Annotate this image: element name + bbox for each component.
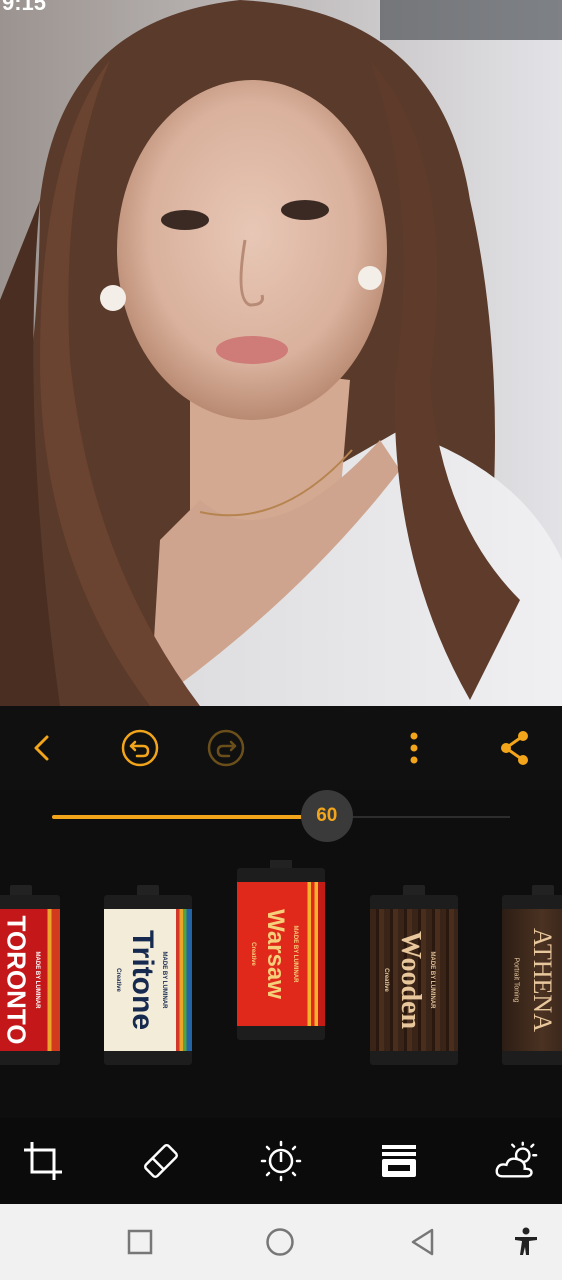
share-icon [501, 731, 528, 765]
preset-subtitle: Creative [383, 968, 389, 992]
intensity-slider[interactable]: 60 [0, 790, 562, 850]
preset-subtitle: Creative [250, 942, 256, 966]
portrait-image [0, 0, 562, 706]
slider-value: 60 [316, 805, 338, 826]
slider-thumb[interactable]: 60 [300, 790, 353, 842]
crop-icon [24, 1142, 62, 1180]
preset-tritone[interactable]: Tritone MADE BY LUMINAR Creative [104, 885, 192, 1065]
share-button[interactable] [495, 728, 535, 768]
undo-icon [121, 729, 159, 767]
accessibility-icon [515, 1227, 537, 1255]
eraser-icon [144, 1144, 178, 1178]
preset-wooden[interactable]: Wooden MADE BY LUMINAR Creative [370, 885, 458, 1065]
redo-button[interactable] [206, 728, 246, 768]
crop-tool-button[interactable] [20, 1138, 66, 1184]
preset-warsaw[interactable]: Warsaw MADE BY LUMINAR Creative [237, 860, 325, 1040]
edit-toolbar [0, 706, 562, 790]
sky-tool-button[interactable] [494, 1138, 540, 1184]
photo-preview[interactable]: 9:15 [0, 0, 562, 706]
redo-icon [207, 729, 245, 767]
preset-label: Wooden [395, 930, 426, 1030]
undo-button[interactable] [120, 728, 160, 768]
weather-icon [495, 1141, 538, 1178]
back-triangle-icon [411, 1228, 434, 1256]
slider-fill [52, 815, 327, 819]
recents-square-icon [127, 1229, 153, 1255]
preset-maker: MADE BY LUMINAR [161, 951, 167, 1009]
brightness-icon [260, 1140, 302, 1182]
filters-icon [382, 1145, 416, 1177]
recents-button[interactable] [122, 1224, 158, 1260]
preset-label: ATHENA [528, 928, 557, 1032]
adjust-tool-button[interactable] [258, 1138, 304, 1184]
preset-subtitle: Portrait Toning [512, 957, 520, 1003]
preset-subtitle: Creative [115, 968, 121, 992]
preset-maker: MADE BY LUMINAR [34, 951, 40, 1009]
back-button[interactable] [22, 728, 62, 768]
preset-carousel[interactable]: TORONTO MADE BY LUMINAR Tritone MADE BY … [0, 860, 562, 1115]
preset-maker: MADE BY LUMINAR [292, 925, 298, 983]
filters-tool-button[interactable] [376, 1138, 422, 1184]
preset-athena[interactable]: ATHENA Portrait Toning [502, 885, 562, 1065]
preset-label: TORONTO [1, 915, 32, 1045]
tools-bar [0, 1118, 562, 1204]
back-nav-button[interactable] [404, 1224, 440, 1260]
more-options-button[interactable] [394, 728, 434, 768]
preset-label: Tritone [126, 929, 159, 1031]
chevron-left-icon [34, 735, 49, 761]
status-time: 9:15 [2, 0, 47, 15]
system-navigation-bar [0, 1204, 562, 1280]
preset-toronto[interactable]: TORONTO MADE BY LUMINAR [0, 885, 60, 1065]
preset-label: Warsaw [262, 909, 289, 999]
more-vertical-icon [410, 732, 418, 764]
preset-maker: MADE BY LUMINAR [429, 951, 435, 1009]
home-circle-icon [266, 1228, 294, 1256]
eraser-tool-button[interactable] [138, 1138, 184, 1184]
accessibility-button[interactable] [508, 1224, 544, 1260]
home-button[interactable] [262, 1224, 298, 1260]
